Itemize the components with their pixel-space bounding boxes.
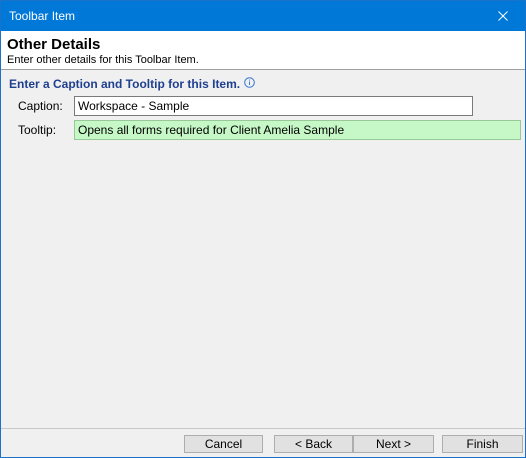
tooltip-input[interactable] — [74, 120, 521, 140]
page-title: Other Details — [7, 36, 101, 53]
back-button[interactable]: < Back — [274, 435, 353, 453]
close-icon — [498, 11, 508, 21]
cancel-button[interactable]: Cancel — [184, 435, 263, 453]
section-heading: Enter a Caption and Tooltip for this Ite… — [9, 76, 255, 91]
next-button[interactable]: Next > — [353, 435, 434, 453]
title-bar: Toolbar Item — [1, 1, 525, 31]
tooltip-label: Tooltip: — [18, 123, 57, 137]
toolbar-item-dialog: Toolbar Item Other Details Enter other d… — [0, 0, 526, 458]
caption-input[interactable] — [74, 96, 473, 116]
button-bar: Cancel < Back Next > Finish — [1, 428, 525, 457]
close-button[interactable] — [481, 1, 525, 31]
window-title: Toolbar Item — [9, 9, 76, 23]
page-subtitle: Enter other details for this Toolbar Ite… — [7, 54, 199, 66]
info-icon[interactable] — [244, 76, 255, 88]
caption-label: Caption: — [18, 99, 63, 113]
wizard-header: Other Details Enter other details for th… — [1, 31, 525, 70]
finish-button[interactable]: Finish — [442, 435, 523, 453]
section-heading-text: Enter a Caption and Tooltip for this Ite… — [9, 77, 241, 91]
